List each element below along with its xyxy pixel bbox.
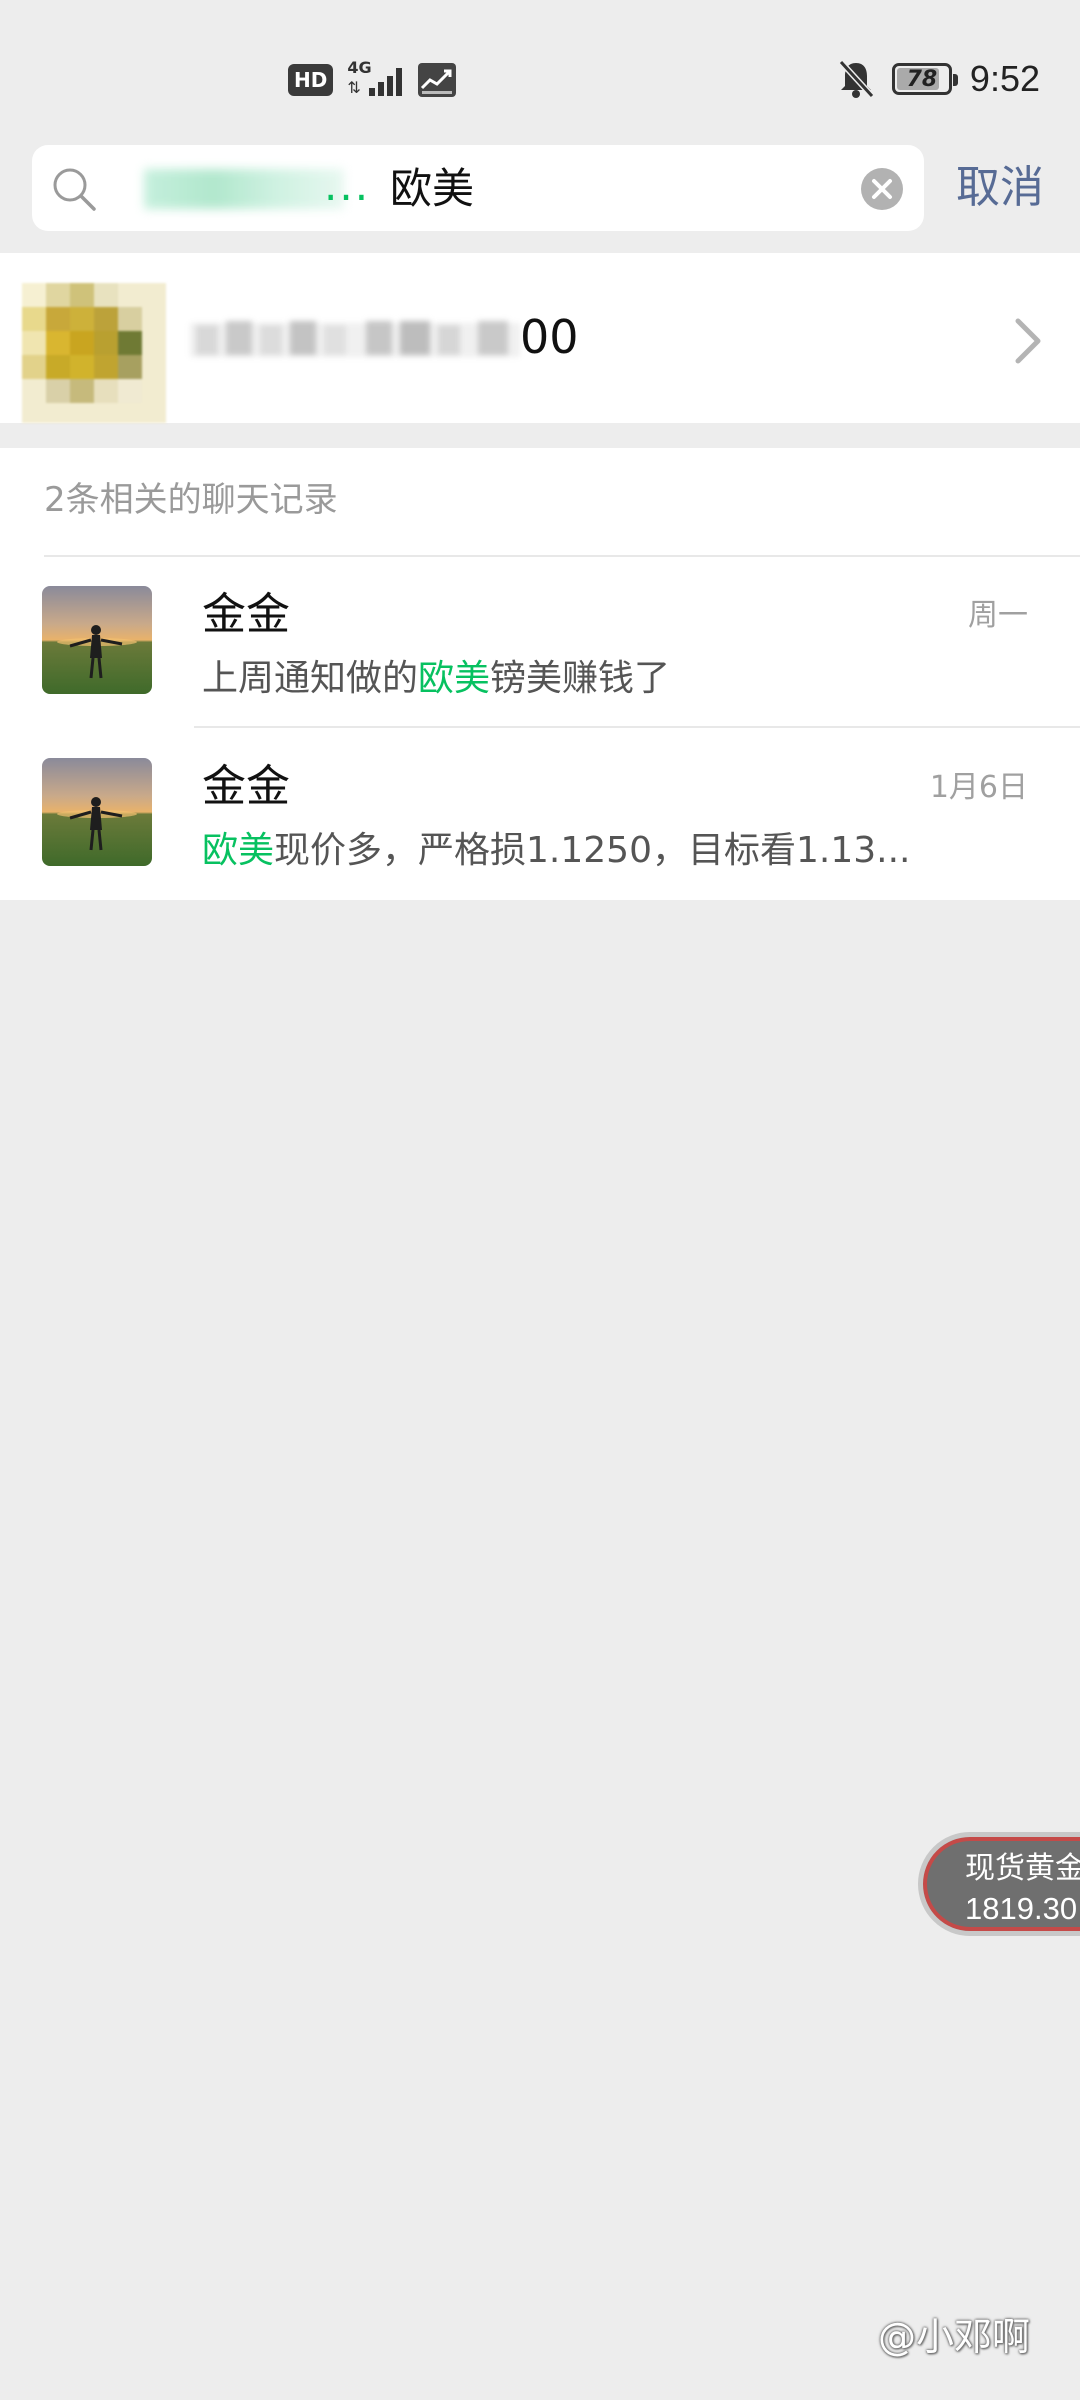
- status-bar: HD 4G ⇅ 78 9:52: [0, 0, 1080, 150]
- battery-level: 78: [906, 66, 938, 92]
- avatar: [42, 758, 152, 866]
- status-icons-right: 78 9:52: [838, 54, 1040, 104]
- search-input[interactable]: ... 欧美: [32, 145, 924, 231]
- search-icon: [53, 168, 96, 211]
- avatar: [42, 586, 152, 694]
- watermark: @小邓啊: [878, 2315, 1031, 2359]
- stock-chart-icon: [418, 63, 457, 97]
- chat-records-section: 2条相关的聊天记录 金金 周一 上周通知做的欧美镑美赚钱了 金金 1月6日 欧美…: [0, 448, 1080, 900]
- battery-icon: 78: [891, 63, 958, 95]
- snippet-highlight: 欧美: [418, 658, 491, 699]
- cancel-button[interactable]: 取消: [956, 160, 1044, 216]
- signal-4g-icon: 4G ⇅: [345, 58, 405, 100]
- chat-record-item[interactable]: 金金 1月6日 欧美现价多，严格损1.1250，目标看1.13...: [0, 728, 1080, 900]
- gold-price-widget[interactable]: 现货黄金 1819.30: [918, 1832, 1080, 1936]
- contact-result-row[interactable]: 00: [0, 253, 1080, 423]
- chat-record-snippet: 上周通知做的欧美镑美赚钱了: [202, 656, 962, 702]
- chevron-right-icon: [1015, 318, 1041, 364]
- clear-icon[interactable]: [860, 167, 904, 211]
- network-arrows: ⇅: [347, 78, 361, 97]
- chat-record-snippet: 欧美现价多，严格损1.1250，目标看1.13...: [202, 828, 962, 874]
- chat-record-date: 周一: [968, 598, 1028, 633]
- snippet-text: 现价多，严格损1.1250，目标看1.13...: [274, 830, 911, 871]
- chat-record-name: 金金: [202, 589, 290, 640]
- chat-record-name: 金金: [202, 761, 290, 812]
- snippet-text: 镑美赚钱了: [490, 658, 671, 699]
- chat-record-item[interactable]: 金金 周一 上周通知做的欧美镑美赚钱了: [0, 556, 1080, 728]
- gold-widget-price: 1819.30: [965, 1891, 1078, 1926]
- contact-name-redacted: [190, 321, 520, 357]
- gold-widget-title: 现货黄金: [965, 1851, 1080, 1886]
- avatar: [22, 283, 166, 423]
- search-keyword[interactable]: 欧美: [390, 164, 474, 214]
- status-icons-center: HD 4G ⇅: [288, 58, 457, 102]
- chat-record-date: 1月6日: [929, 770, 1028, 805]
- hd-icon: HD: [288, 64, 334, 96]
- clock: 9:52: [969, 58, 1040, 99]
- snippet-highlight: 欧美: [202, 830, 275, 871]
- snippet-text: 上周通知做的: [202, 658, 419, 699]
- contact-name-visible: 00: [520, 310, 579, 364]
- search-contact-ellipsis: ...: [324, 161, 371, 210]
- chat-records-header: 2条相关的聊天记录: [44, 480, 338, 520]
- mute-bell-icon: [838, 59, 874, 99]
- network-type-label: 4G: [347, 58, 372, 77]
- search-contact-tag-redacted[interactable]: [144, 169, 344, 209]
